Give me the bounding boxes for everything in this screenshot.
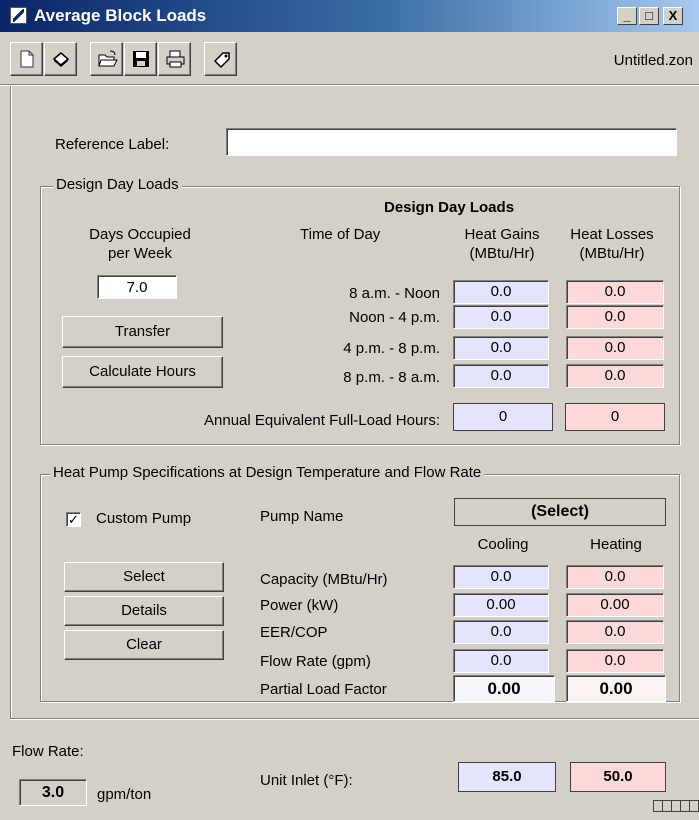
toolbar: Untitled.zon	[0, 32, 699, 84]
custom-pump-checkbox[interactable]: ✓	[66, 512, 81, 527]
heat-gain-field[interactable]: 0.0	[453, 305, 549, 329]
details-button[interactable]: Details	[64, 596, 224, 626]
pump-spec-label: Capacity (MBtu/Hr)	[260, 571, 388, 588]
title-bar[interactable]: Average Block Loads _ □ X	[0, 0, 699, 32]
erase-button[interactable]	[44, 42, 77, 76]
print-icon	[166, 50, 185, 68]
annual-hours-loss: 0	[565, 403, 665, 431]
time-of-day-header: Time of Day	[300, 226, 381, 243]
file-name: Untitled.zon	[613, 52, 693, 69]
pump-spec-label: Power (kW)	[260, 597, 339, 614]
cooling-power-field[interactable]: 0.00	[453, 593, 549, 617]
heat-gain-field[interactable]: 0.0	[453, 336, 549, 360]
time-of-day-row: Noon - 4 p.m.	[349, 309, 440, 326]
design-day-group-label: Design Day Loads	[53, 176, 182, 193]
flow-rate-label: Flow Rate:	[12, 743, 84, 760]
reference-input[interactable]	[226, 128, 677, 156]
cooling-capacity-field[interactable]: 0.0	[453, 565, 549, 589]
pump-name-select[interactable]: (Select)	[454, 498, 666, 526]
minimize-button[interactable]: _	[617, 7, 637, 25]
heat-pump-group-label: Heat Pump Specifications at Design Tempe…	[50, 464, 485, 481]
heating-power-field[interactable]: 0.00	[566, 593, 664, 617]
new-document-icon	[20, 50, 34, 68]
flow-rate-unit: gpm/ton	[97, 786, 152, 803]
time-of-day-row: 8 p.m. - 8 a.m.	[343, 369, 440, 386]
heat-loss-field[interactable]: 0.0	[566, 280, 664, 304]
save-button[interactable]	[124, 42, 157, 76]
reference-label: Reference Label:	[55, 136, 170, 153]
heat-gains-header-line1: Heat Gains	[464, 226, 540, 243]
clear-button[interactable]: Clear	[64, 630, 224, 660]
heating-header: Heating	[590, 536, 642, 553]
heat-losses-header-line2: (MBtu/Hr)	[579, 245, 645, 262]
heat-gain-field[interactable]: 0.0	[453, 364, 549, 388]
heat-loss-field[interactable]: 0.0	[566, 305, 664, 329]
save-disk-icon	[133, 51, 149, 67]
heating-partial-load-factor: 0.00	[566, 675, 666, 702]
heating-cop-field[interactable]: 0.0	[566, 620, 664, 644]
annual-hours-gain: 0	[453, 403, 553, 431]
pump-spec-label: Flow Rate (gpm)	[260, 653, 371, 670]
erase-icon	[52, 52, 70, 67]
heating-capacity-field[interactable]: 0.0	[566, 565, 664, 589]
bottom-divider	[10, 718, 699, 720]
pump-name-label: Pump Name	[260, 508, 344, 525]
window-title: Average Block Loads	[34, 6, 207, 25]
unit-inlet-heating-field[interactable]: 50.0	[570, 762, 666, 792]
days-occupied-label-line1: Days Occupied	[89, 226, 191, 243]
open-folder-button[interactable]	[90, 42, 123, 76]
unit-inlet-label: Unit Inlet (°F):	[260, 772, 353, 789]
heat-loss-field[interactable]: 0.0	[566, 336, 664, 360]
toolbar-divider	[0, 84, 699, 86]
annual-hours-label: Annual Equivalent Full-Load Hours:	[204, 412, 440, 429]
tag-icon	[213, 52, 230, 69]
cooling-partial-load-factor: 0.00	[453, 675, 555, 702]
transfer-button[interactable]: Transfer	[62, 316, 223, 348]
pump-spec-label: Partial Load Factor	[260, 681, 387, 698]
maximize-button[interactable]: □	[639, 7, 659, 25]
heat-gain-field[interactable]: 0.0	[453, 280, 549, 304]
pump-spec-label: EER/COP	[260, 624, 328, 641]
select-button[interactable]: Select	[64, 562, 224, 592]
new-document-button[interactable]	[10, 42, 43, 76]
tag-button[interactable]	[204, 42, 237, 76]
calculate-hours-button[interactable]: Calculate Hours	[62, 356, 223, 388]
time-of-day-row: 4 p.m. - 8 p.m.	[343, 340, 440, 357]
print-button[interactable]	[158, 42, 191, 76]
heat-losses-header-line1: Heat Losses	[570, 226, 654, 243]
cooling-header: Cooling	[477, 536, 529, 553]
heating-flow-rate-field[interactable]: 0.0	[566, 649, 664, 673]
days-occupied-input[interactable]	[97, 275, 177, 299]
app-icon	[10, 7, 27, 24]
open-folder-icon	[98, 50, 118, 67]
resize-grip[interactable]	[653, 800, 699, 812]
app-window: Average Block Loads _ □ X Untitled.zon R…	[0, 0, 699, 820]
panel-left-edge	[10, 86, 12, 720]
design-day-table-title: Design Day Loads	[384, 199, 515, 216]
cooling-flow-rate-field[interactable]: 0.0	[453, 649, 549, 673]
time-of-day-row: 8 a.m. - Noon	[349, 285, 440, 302]
heat-loss-field[interactable]: 0.0	[566, 364, 664, 388]
close-button[interactable]: X	[663, 7, 683, 25]
unit-inlet-cooling-field[interactable]: 85.0	[458, 762, 556, 792]
flow-rate-field[interactable]: 3.0	[19, 779, 87, 806]
custom-pump-label: Custom Pump	[96, 510, 192, 527]
days-occupied-label-line2: per Week	[108, 245, 172, 262]
cooling-eer-field[interactable]: 0.0	[453, 620, 549, 644]
heat-gains-header-line2: (MBtu/Hr)	[469, 245, 535, 262]
